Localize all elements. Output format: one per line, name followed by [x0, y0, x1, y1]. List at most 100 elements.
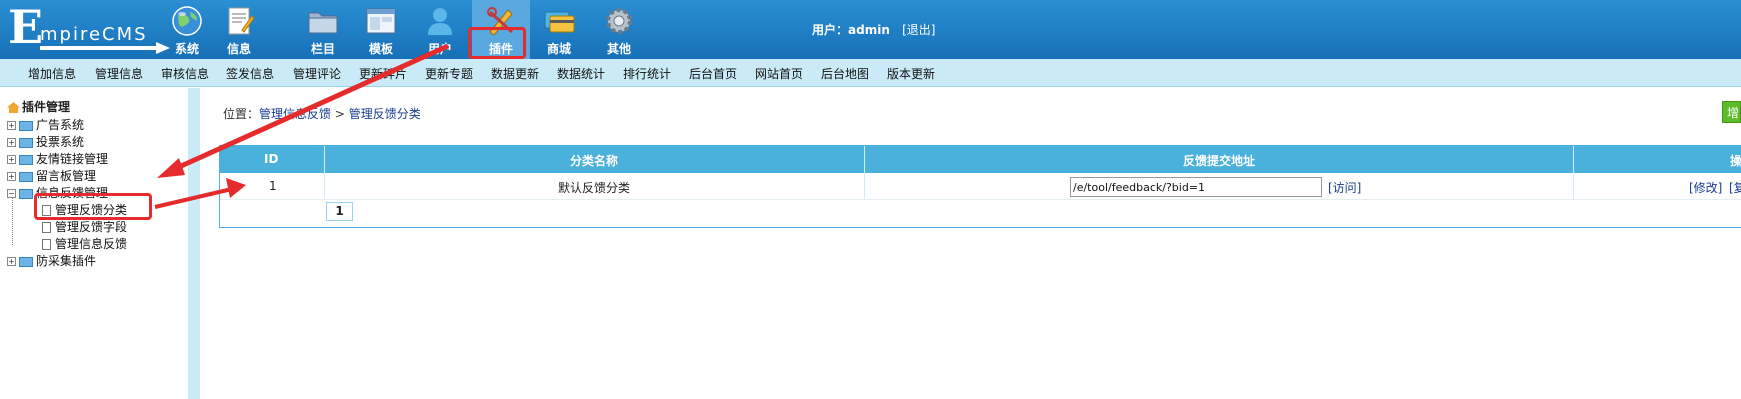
- copy-link[interactable]: [复: [1729, 179, 1741, 196]
- gear-icon: [606, 8, 632, 34]
- sidebar-title: 插件管理: [7, 98, 70, 115]
- cell-id: 1: [269, 179, 277, 193]
- user-name: admin: [848, 23, 890, 37]
- subnav-item[interactable]: 数据统计: [557, 65, 605, 82]
- nav-label-system: 系统: [174, 42, 199, 56]
- empirecms-logo[interactable]: E mpireCMS: [8, 0, 173, 54]
- breadcrumb-link-feedback[interactable]: 管理信息反馈: [259, 107, 331, 121]
- user-icon: [428, 8, 452, 35]
- breadcrumb-prefix: 位置：: [223, 107, 260, 121]
- col-header-id: ID: [264, 152, 279, 166]
- expand-icon[interactable]: +: [7, 257, 16, 266]
- logo-text: mpireCMS: [40, 24, 148, 45]
- expand-icon[interactable]: +: [7, 172, 16, 181]
- globe-icon: [172, 6, 202, 36]
- nav-label-shop: 商城: [546, 42, 571, 56]
- tree-item-label: 广告系统: [36, 118, 85, 132]
- window-icon: [366, 8, 396, 34]
- visit-link[interactable]: [访问]: [1328, 179, 1361, 196]
- col-header-action: 操: [1730, 154, 1741, 168]
- add-class-button[interactable]: 增: [1722, 101, 1741, 123]
- breadcrumb-separator: >: [331, 107, 349, 121]
- tree-subitem-feedback-fields[interactable]: 管理反馈字段: [42, 218, 127, 235]
- nav-other[interactable]: 其他: [590, 0, 648, 59]
- subnav-item[interactable]: 更新专题: [425, 65, 473, 82]
- subnav-item[interactable]: 版本更新: [887, 65, 935, 82]
- subnav-item[interactable]: 后台首页: [689, 65, 737, 82]
- subnav-item[interactable]: 更新碎片: [359, 65, 407, 82]
- subnav-item[interactable]: 排行统计: [623, 65, 671, 82]
- tree-subitem-label: 管理信息反馈: [55, 237, 128, 251]
- tree-item-label: 留言板管理: [36, 169, 97, 183]
- folder-icon: [19, 137, 33, 148]
- nav-label-template: 模板: [368, 42, 393, 56]
- nav-label-column: 栏目: [310, 42, 335, 56]
- subnav-item[interactable]: 数据更新: [491, 65, 539, 82]
- logo-initial: E: [8, 0, 44, 54]
- tree-item-label: 投票系统: [36, 135, 85, 149]
- nav-label-info: 信息: [226, 42, 251, 56]
- sub-nav: 增加信息 管理信息 审核信息 签发信息 管理评论 更新碎片 更新专题 数据更新 …: [0, 59, 1741, 87]
- folder-icon: [19, 171, 33, 182]
- subnav-item[interactable]: 增加信息: [28, 65, 76, 82]
- page-number[interactable]: 1: [326, 202, 353, 221]
- col-header-url: 反馈提交地址: [1183, 154, 1256, 168]
- page-icon: [42, 222, 51, 233]
- feedback-url-field[interactable]: [1070, 177, 1322, 197]
- tree-item-guestbook[interactable]: + 留言板管理: [7, 167, 96, 184]
- subnav-item[interactable]: 签发信息: [226, 65, 274, 82]
- class-table: ID 分类名称 反馈提交地址 操 1 默认反馈分类 [访问] [修改] [复 1: [219, 145, 1741, 228]
- nav-system[interactable]: 系统: [158, 0, 216, 59]
- page-icon: [42, 239, 51, 250]
- edit-link[interactable]: [修改]: [1689, 179, 1722, 196]
- tree-connector: [12, 197, 13, 245]
- top-header: E mpireCMS 系统 信息 栏目 模板 用户 插件 商城 其他 用户：ad…: [0, 0, 1741, 59]
- nav-info[interactable]: 信息: [210, 0, 268, 59]
- subnav-item[interactable]: 网站首页: [755, 65, 803, 82]
- sidebar: 插件管理 + 广告系统 + 投票系统 + 友情链接管理 + 留言板管理 − 信息反馈管理 …: [0, 88, 200, 399]
- folder-icon: [19, 256, 33, 267]
- cards-icon: [544, 11, 575, 33]
- home-icon: [7, 102, 20, 113]
- page: E mpireCMS 系统 信息 栏目 模板 用户 插件 商城 其他 用户：ad…: [0, 0, 1741, 399]
- nav-label-user: 用户: [427, 42, 452, 56]
- tree-subitem-label: 管理反馈字段: [55, 220, 128, 234]
- folder-icon: [308, 12, 338, 34]
- logo-underline: [40, 46, 158, 50]
- folder-icon: [19, 154, 33, 165]
- subnav-item[interactable]: 管理信息: [95, 65, 143, 82]
- tree-item-links[interactable]: + 友情链接管理: [7, 150, 108, 167]
- breadcrumb-link-class[interactable]: 管理反馈分类: [349, 107, 421, 121]
- tree-item-label: 防采集插件: [36, 254, 97, 268]
- folder-icon: [19, 120, 33, 131]
- expand-icon[interactable]: +: [7, 155, 16, 164]
- tree-item-vote[interactable]: + 投票系统: [7, 133, 84, 150]
- logout-link[interactable]: [退出]: [902, 23, 935, 37]
- user-info: 用户：admin [退出]: [812, 21, 935, 38]
- tree-item-label: 友情链接管理: [36, 152, 109, 166]
- tree-item-anticollect[interactable]: + 防采集插件: [7, 252, 96, 269]
- folder-open-icon: [19, 188, 33, 199]
- user-prefix: 用户：: [812, 23, 849, 37]
- document-icon: [228, 7, 255, 35]
- expand-icon[interactable]: +: [7, 121, 16, 130]
- subnav-item[interactable]: 管理评论: [293, 65, 341, 82]
- table-header: ID 分类名称 反馈提交地址 操: [220, 146, 1741, 173]
- cell-name: 默认反馈分类: [558, 181, 631, 195]
- nav-label-other: 其他: [606, 42, 631, 56]
- col-header-name: 分类名称: [570, 154, 619, 168]
- nav-user[interactable]: 用户: [411, 0, 469, 59]
- subnav-item[interactable]: 审核信息: [161, 65, 209, 82]
- table-row: 1 默认反馈分类 [访问] [修改] [复: [220, 173, 1741, 200]
- nav-shop[interactable]: 商城: [530, 0, 588, 59]
- annotation-box-class: [34, 193, 152, 220]
- expand-icon[interactable]: +: [7, 138, 16, 147]
- subnav-item[interactable]: 后台地图: [821, 65, 869, 82]
- nav-column[interactable]: 栏目: [294, 0, 352, 59]
- tree-subitem-feedback-info[interactable]: 管理信息反馈: [42, 235, 127, 252]
- sidebar-title-label: 插件管理: [22, 100, 71, 114]
- breadcrumb: 位置：管理信息反馈 > 管理反馈分类: [223, 105, 421, 122]
- nav-template[interactable]: 模板: [352, 0, 410, 59]
- tree-item-ads[interactable]: + 广告系统: [7, 116, 84, 133]
- annotation-box-plugin: [468, 27, 526, 59]
